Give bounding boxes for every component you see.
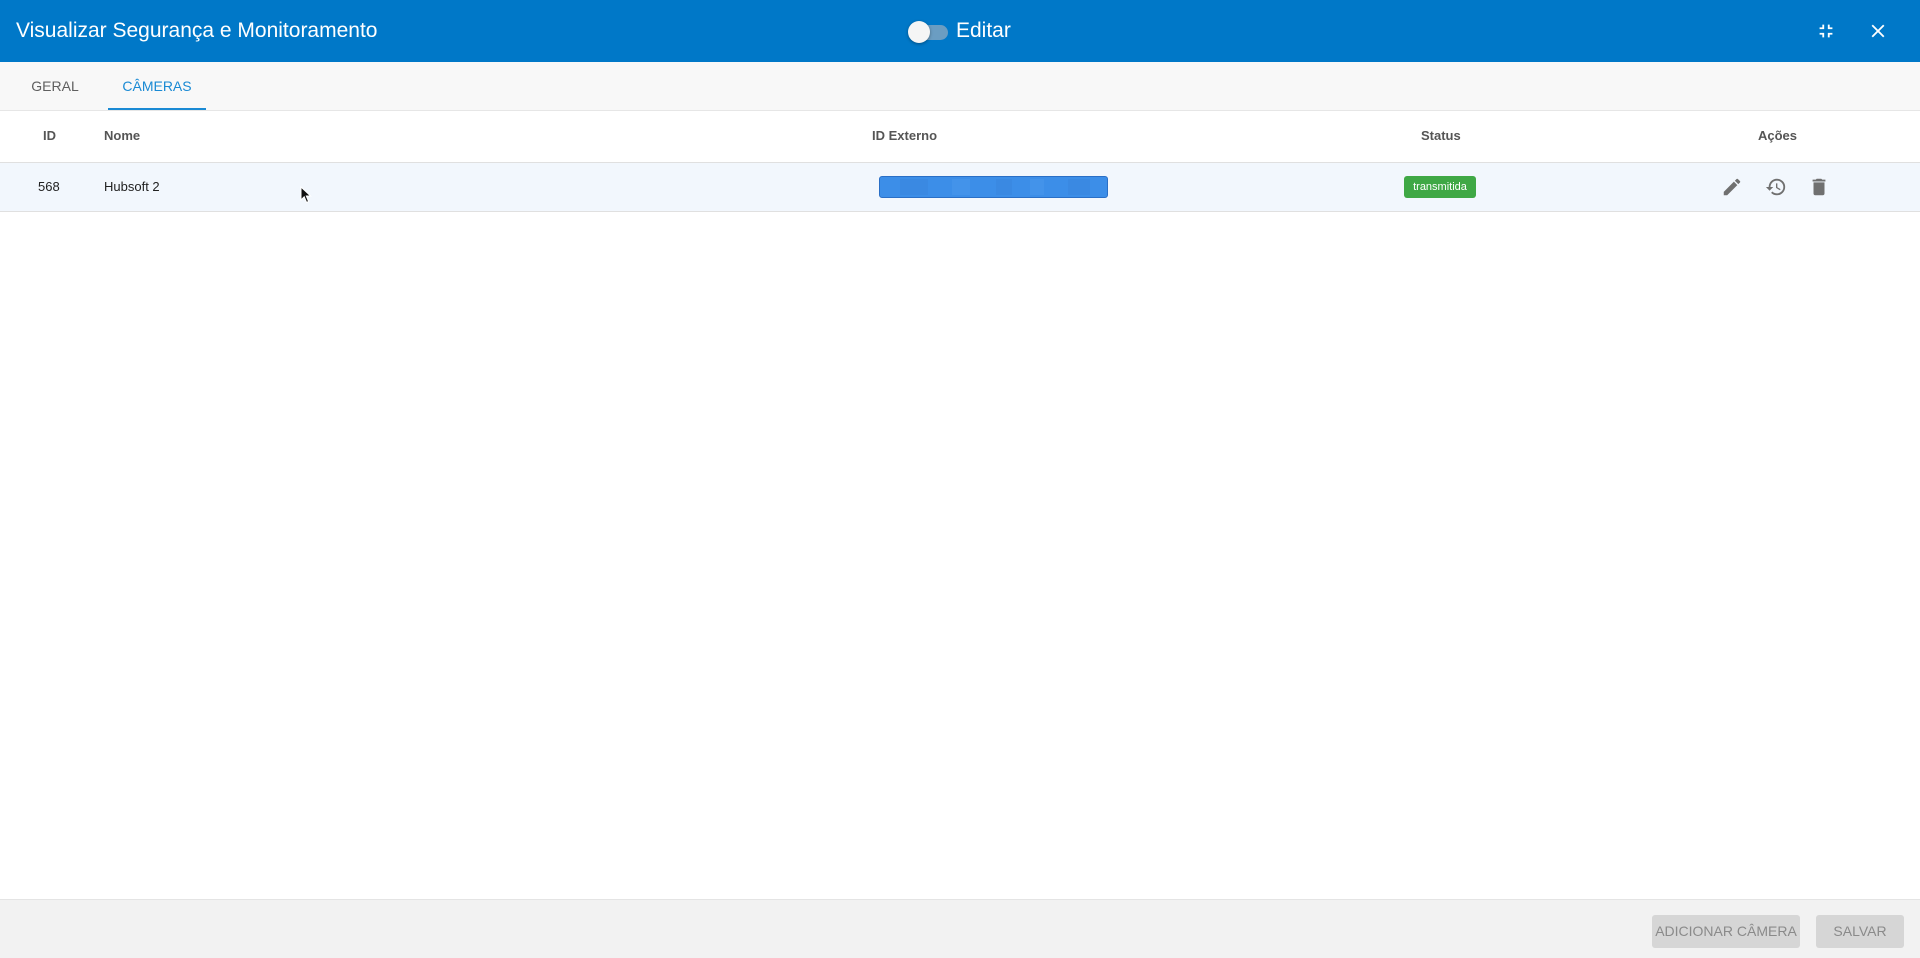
column-header-id-externo[interactable]: ID Externo bbox=[872, 111, 937, 161]
delete-row-button[interactable] bbox=[1807, 175, 1831, 199]
close-button[interactable] bbox=[1864, 17, 1892, 45]
tab-bar: GERAL CÂMERAS bbox=[0, 62, 1920, 111]
redaction-block bbox=[900, 179, 928, 195]
status-badge: transmitida bbox=[1404, 176, 1476, 198]
tab-cameras-label: CÂMERAS bbox=[122, 78, 192, 94]
column-header-status[interactable]: Status bbox=[1421, 111, 1461, 161]
toggle-track[interactable] bbox=[908, 20, 948, 43]
close-icon bbox=[1871, 24, 1885, 38]
dialog-title: Visualizar Segurança e Monitoramento bbox=[16, 19, 378, 42]
history-icon bbox=[1765, 178, 1786, 196]
column-header-id[interactable]: ID bbox=[43, 111, 56, 161]
redaction-block bbox=[996, 179, 1012, 195]
column-header-nome[interactable]: Nome bbox=[104, 111, 140, 161]
edit-row-button[interactable] bbox=[1720, 175, 1744, 199]
redaction-block bbox=[1030, 179, 1044, 195]
pencil-icon bbox=[1723, 178, 1741, 196]
tab-geral[interactable]: GERAL bbox=[18, 62, 92, 110]
column-header-acoes: Ações bbox=[1758, 128, 1798, 143]
active-tab-indicator bbox=[108, 108, 206, 110]
cell-id: 568 bbox=[38, 179, 60, 194]
mouse-cursor-icon bbox=[300, 186, 312, 204]
redaction-block bbox=[1068, 179, 1090, 195]
add-camera-button[interactable]: ADICIONAR CÂMERA bbox=[1652, 915, 1800, 948]
edit-toggle[interactable]: Editar bbox=[908, 18, 1011, 44]
table-row[interactable]: 568 Hubsoft 2 transmitida bbox=[0, 163, 1920, 212]
fullscreen-exit-icon bbox=[1819, 24, 1833, 38]
edit-toggle-label: Editar bbox=[956, 19, 1011, 42]
table-header: ID Nome ID Externo Status Ações bbox=[0, 111, 1920, 163]
trash-icon bbox=[1812, 178, 1826, 196]
cell-nome: Hubsoft 2 bbox=[104, 179, 160, 194]
dialog-footer: ADICIONAR CÂMERA SALVAR bbox=[0, 899, 1920, 958]
fullscreen-exit-button[interactable] bbox=[1812, 17, 1840, 45]
cell-id-externo-redacted bbox=[879, 176, 1108, 198]
save-button[interactable]: SALVAR bbox=[1816, 915, 1904, 948]
redaction-block bbox=[952, 179, 970, 195]
dialog-header: Visualizar Segurança e Monitoramento Edi… bbox=[0, 0, 1920, 62]
toggle-thumb[interactable] bbox=[908, 20, 930, 43]
history-row-button[interactable] bbox=[1764, 175, 1788, 199]
tab-cameras[interactable]: CÂMERAS bbox=[108, 62, 206, 110]
